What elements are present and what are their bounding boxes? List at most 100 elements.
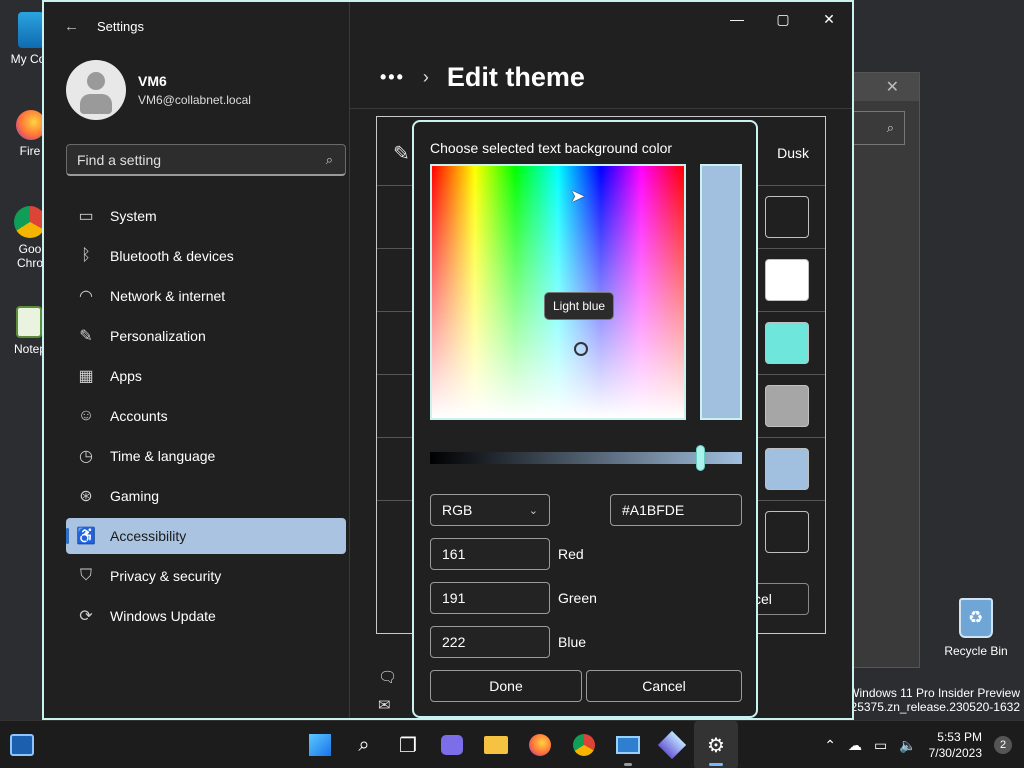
color-swatch-button[interactable]: [765, 511, 809, 553]
title-bar: ← Settings: [64, 18, 144, 35]
chrome-icon[interactable]: [562, 721, 606, 768]
done-button[interactable]: Done: [430, 670, 582, 702]
color-swatch-button[interactable]: [765, 385, 809, 427]
volume-icon[interactable]: 🔈: [899, 737, 916, 754]
green-input[interactable]: [430, 582, 550, 614]
teams-icon[interactable]: [430, 721, 474, 768]
breadcrumb: ••• › Edit theme: [380, 62, 585, 93]
file-explorer-icon[interactable]: [474, 721, 518, 768]
sidebar-item-bluetooth[interactable]: ᛒ Bluetooth & devices: [66, 238, 346, 274]
apps-icon: ▦: [78, 368, 94, 385]
notepad-icon: [16, 306, 42, 338]
sidebar-item-label: Bluetooth & devices: [110, 248, 234, 264]
clock-time: 5:53 PM: [937, 730, 982, 744]
wifi-icon: ◠: [79, 288, 93, 305]
sidebar-item-apps[interactable]: ▦ Apps: [66, 358, 346, 394]
close-icon[interactable]: ✕: [886, 77, 899, 97]
remote-desktop-icon[interactable]: [606, 721, 650, 768]
recycle-bin-icon: [959, 598, 993, 638]
sidebar-item-label: Privacy & security: [110, 568, 222, 584]
find-setting-box[interactable]: ⌕: [66, 144, 346, 176]
color-mode-value: RGB: [442, 502, 473, 518]
background-window[interactable]: ✕ ⌕: [852, 72, 920, 668]
red-input[interactable]: [430, 538, 550, 570]
photos-icon[interactable]: [650, 721, 694, 768]
sidebar-item-gaming[interactable]: ⊛ Gaming: [66, 478, 346, 514]
header-divider: [350, 108, 852, 109]
close-button[interactable]: ✕: [806, 2, 852, 36]
breadcrumb-more-button[interactable]: •••: [380, 67, 405, 88]
help-links: 🗨 ✉: [378, 668, 397, 724]
search-icon: ⌕: [886, 120, 894, 135]
settings-icon[interactable]: ⚙: [694, 721, 738, 768]
taskbar-apps: ⌕ ❐ ⚙: [298, 721, 738, 768]
brush-icon: ✎: [79, 328, 93, 345]
hex-input[interactable]: [610, 494, 742, 526]
spectrum-selection-marker[interactable]: [574, 342, 588, 356]
color-preview: [700, 164, 742, 420]
sidebar-item-label: Personalization: [110, 328, 206, 344]
background-window-titlebar[interactable]: ✕: [853, 73, 919, 101]
user-profile[interactable]: VM6 VM6@collabnet.local: [66, 60, 251, 120]
user-name: VM6: [138, 73, 167, 89]
search-icon[interactable]: ⌕: [326, 152, 333, 168]
brightness-slider[interactable]: [430, 445, 742, 471]
sidebar-item-network[interactable]: ◠ Network & internet: [66, 278, 346, 314]
green-label: Green: [558, 590, 597, 606]
settings-nav: ▭ System ᛒ Bluetooth & devices ◠ Network…: [66, 198, 346, 638]
color-swatch-button[interactable]: [765, 322, 809, 364]
maximize-button[interactable]: ▢: [760, 2, 806, 36]
widgets-icon[interactable]: [10, 734, 34, 756]
sidebar-item-accounts[interactable]: ☺ Accounts: [66, 398, 346, 434]
blue-input[interactable]: [430, 626, 550, 658]
recycle-bin-label: Recycle Bin: [944, 644, 1008, 658]
monitor-icon: ▭: [78, 208, 94, 225]
time-language-icon: ◷: [79, 448, 93, 465]
sidebar-item-personalization[interactable]: ✎ Personalization: [66, 318, 346, 354]
search-input[interactable]: [67, 145, 307, 174]
sidebar-item-windows-update[interactable]: ⟳ Windows Update: [66, 598, 346, 634]
watermark-build: d 25375.zn_release.230520-1632: [840, 700, 1020, 714]
clock-date: 7/30/2023: [928, 746, 982, 760]
sidebar-item-accessibility[interactable]: ♿ Accessibility: [66, 518, 346, 554]
sidebar-item-label: Gaming: [110, 488, 160, 504]
sidebar-item-label: Accounts: [110, 408, 168, 424]
desktop-icon-recycle-bin[interactable]: Recycle Bin: [944, 598, 1008, 658]
firefox-icon[interactable]: [518, 721, 562, 768]
shield-icon: ⛉: [79, 567, 92, 584]
back-arrow-icon[interactable]: ←: [64, 18, 79, 35]
sidebar-item-time-language[interactable]: ◷ Time & language: [66, 438, 346, 474]
chevron-up-icon[interactable]: ⌃: [824, 737, 836, 754]
minimize-button[interactable]: —: [714, 2, 760, 36]
network-icon[interactable]: ▭: [874, 737, 887, 754]
slider-thumb[interactable]: [696, 445, 705, 471]
system-tray: ⌃ ☁ ▭ 🔈 5:53 PM 7/30/2023 2: [824, 721, 1012, 768]
dialog-title: Choose selected text background color: [430, 140, 673, 156]
cloud-icon[interactable]: ☁: [848, 737, 862, 754]
bluetooth-icon: ᛒ: [81, 247, 91, 264]
search-icon[interactable]: ⌕: [342, 721, 386, 768]
theme-name: Dusk: [777, 145, 809, 161]
clock[interactable]: 5:53 PM 7/30/2023: [929, 729, 982, 761]
cancel-button[interactable]: Cancel: [586, 670, 742, 702]
color-swatch-button[interactable]: [765, 448, 809, 490]
sidebar-item-label: Apps: [110, 368, 142, 384]
start-icon[interactable]: [298, 721, 342, 768]
mouse-cursor-icon: ➤: [570, 186, 586, 206]
background-search-box[interactable]: ⌕: [853, 111, 905, 145]
window-controls: — ▢ ✕: [714, 2, 852, 36]
get-help-icon[interactable]: 🗨: [378, 668, 397, 696]
sidebar-item-privacy[interactable]: ⛉ Privacy & security: [66, 558, 346, 594]
color-swatch-button[interactable]: [765, 259, 809, 301]
color-swatch-button[interactable]: [765, 196, 809, 238]
sidebar-item-system[interactable]: ▭ System: [66, 198, 346, 234]
task-view-icon[interactable]: ❐: [386, 721, 430, 768]
app-title: Settings: [97, 19, 144, 34]
color-spectrum[interactable]: Light blue ➤: [430, 164, 686, 420]
notification-badge[interactable]: 2: [994, 736, 1012, 754]
windows-watermark: Windows 11 Pro Insider Preview d 25375.z…: [841, 686, 1020, 714]
page-title: Edit theme: [446, 62, 585, 92]
color-mode-dropdown[interactable]: RGB ⌄: [430, 494, 550, 526]
computer-icon: [18, 12, 44, 48]
chevron-right-icon: ›: [422, 67, 429, 87]
